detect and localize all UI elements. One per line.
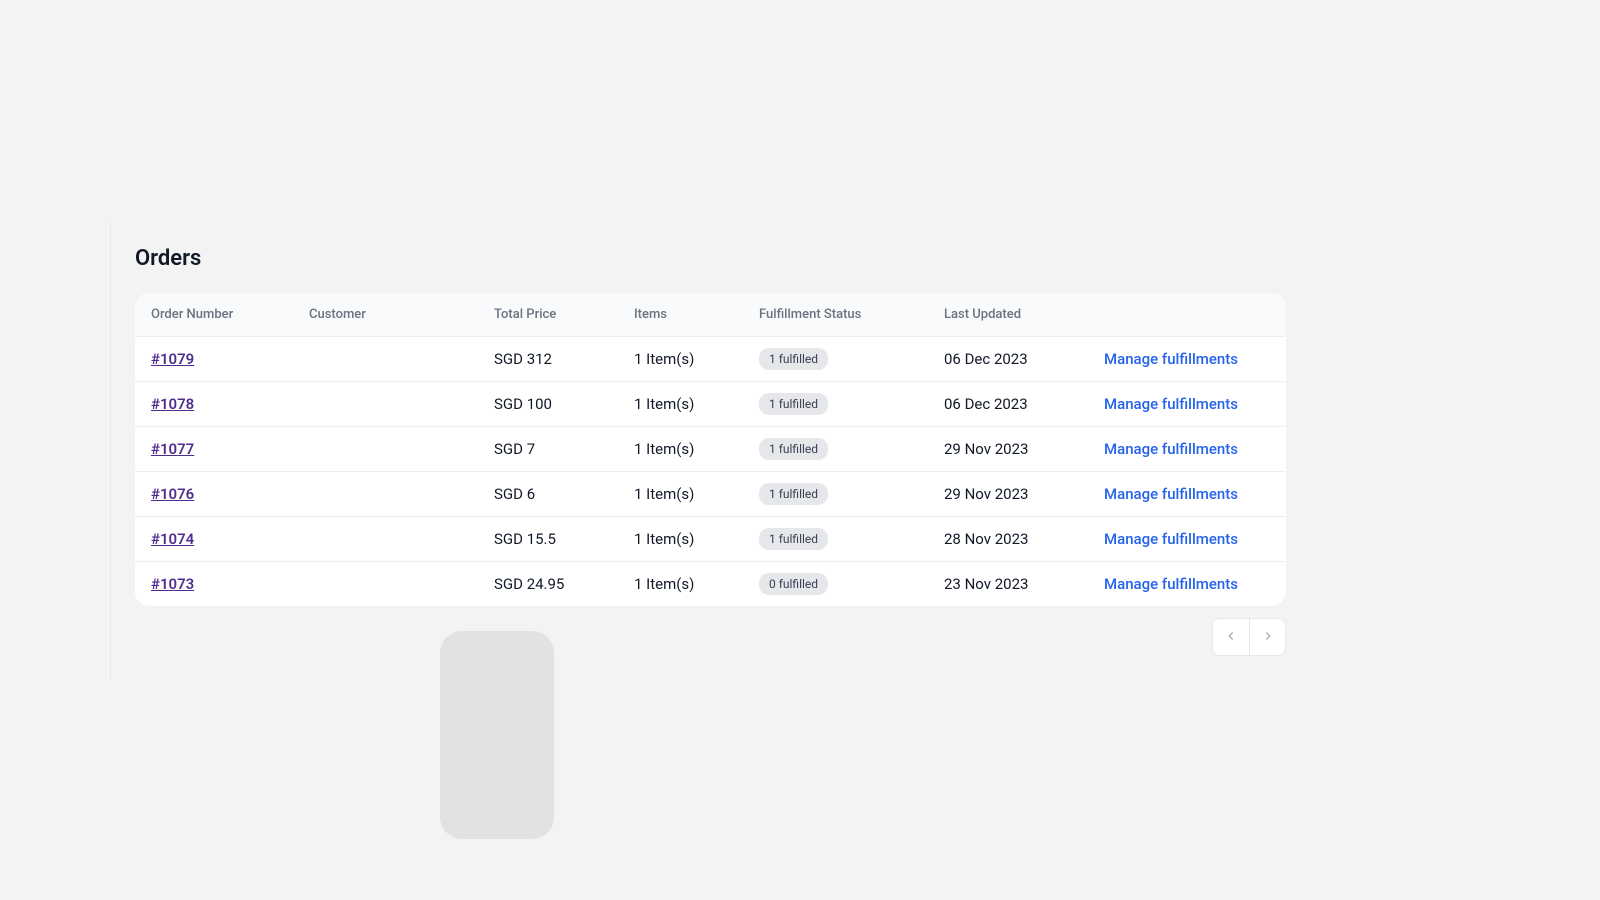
last-updated-cell: 06 Dec 2023 xyxy=(930,382,1090,427)
chevron-right-icon xyxy=(1261,628,1275,647)
column-header-customer[interactable]: Customer xyxy=(295,293,480,337)
last-updated-cell: 29 Nov 2023 xyxy=(930,427,1090,472)
fulfillment-status-badge: 1 fulfilled xyxy=(759,438,828,460)
total-price-cell: SGD 15.5 xyxy=(480,517,620,562)
fulfillment-status-badge: 0 fulfilled xyxy=(759,573,828,595)
customer-cell xyxy=(295,517,480,562)
column-header-order-number[interactable]: Order Number xyxy=(135,293,295,337)
table-row: #1077 SGD 7 1 Item(s) 1 fulfilled 29 Nov… xyxy=(135,427,1286,472)
column-header-total-price[interactable]: Total Price xyxy=(480,293,620,337)
orders-table-body: #1079 SGD 312 1 Item(s) 1 fulfilled 06 D… xyxy=(135,337,1286,607)
fulfillment-status-badge: 1 fulfilled xyxy=(759,393,828,415)
customer-cell xyxy=(295,427,480,472)
manage-fulfillments-link[interactable]: Manage fulfillments xyxy=(1104,350,1238,368)
fulfillment-status-badge: 1 fulfilled xyxy=(759,528,828,550)
customer-cell xyxy=(295,382,480,427)
pagination-next-button[interactable] xyxy=(1249,619,1285,655)
fulfillment-status-badge: 1 fulfilled xyxy=(759,483,828,505)
items-cell: 1 Item(s) xyxy=(620,472,745,517)
items-cell: 1 Item(s) xyxy=(620,427,745,472)
table-row: #1076 SGD 6 1 Item(s) 1 fulfilled 29 Nov… xyxy=(135,472,1286,517)
manage-fulfillments-link[interactable]: Manage fulfillments xyxy=(1104,575,1238,593)
column-header-items[interactable]: Items xyxy=(620,293,745,337)
items-cell: 1 Item(s) xyxy=(620,517,745,562)
manage-fulfillments-link[interactable]: Manage fulfillments xyxy=(1104,440,1238,458)
order-number-link[interactable]: #1077 xyxy=(151,440,194,458)
last-updated-cell: 06 Dec 2023 xyxy=(930,337,1090,382)
total-price-cell: SGD 312 xyxy=(480,337,620,382)
items-cell: 1 Item(s) xyxy=(620,382,745,427)
column-header-fulfillment-status[interactable]: Fulfillment Status xyxy=(745,293,930,337)
items-cell: 1 Item(s) xyxy=(620,562,745,607)
orders-table-container: Order Number Customer Total Price Items … xyxy=(135,293,1286,606)
table-row: #1073 SGD 24.95 1 Item(s) 0 fulfilled 23… xyxy=(135,562,1286,607)
total-price-cell: SGD 6 xyxy=(480,472,620,517)
chevron-left-icon xyxy=(1224,628,1238,647)
fulfillment-status-badge: 1 fulfilled xyxy=(759,348,828,370)
page-title: Orders xyxy=(135,246,1286,271)
table-row: #1074 SGD 15.5 1 Item(s) 1 fulfilled 28 … xyxy=(135,517,1286,562)
column-header-last-updated[interactable]: Last Updated xyxy=(930,293,1090,337)
column-header-action xyxy=(1090,293,1286,337)
order-number-link[interactable]: #1073 xyxy=(151,575,194,593)
total-price-cell: SGD 7 xyxy=(480,427,620,472)
pagination xyxy=(135,618,1286,656)
pagination-prev-button[interactable] xyxy=(1213,619,1249,655)
customer-cell xyxy=(295,337,480,382)
last-updated-cell: 23 Nov 2023 xyxy=(930,562,1090,607)
order-number-link[interactable]: #1076 xyxy=(151,485,194,503)
last-updated-cell: 29 Nov 2023 xyxy=(930,472,1090,517)
manage-fulfillments-link[interactable]: Manage fulfillments xyxy=(1104,530,1238,548)
manage-fulfillments-link[interactable]: Manage fulfillments xyxy=(1104,485,1238,503)
last-updated-cell: 28 Nov 2023 xyxy=(930,517,1090,562)
total-price-cell: SGD 24.95 xyxy=(480,562,620,607)
order-number-link[interactable]: #1078 xyxy=(151,395,194,413)
order-number-link[interactable]: #1079 xyxy=(151,350,194,368)
order-number-link[interactable]: #1074 xyxy=(151,530,194,548)
items-cell: 1 Item(s) xyxy=(620,337,745,382)
total-price-cell: SGD 100 xyxy=(480,382,620,427)
table-row: #1078 SGD 100 1 Item(s) 1 fulfilled 06 D… xyxy=(135,382,1286,427)
customer-redaction-overlay xyxy=(440,631,554,839)
orders-table: Order Number Customer Total Price Items … xyxy=(135,293,1286,606)
customer-cell xyxy=(295,562,480,607)
manage-fulfillments-link[interactable]: Manage fulfillments xyxy=(1104,395,1238,413)
customer-cell xyxy=(295,472,480,517)
table-row: #1079 SGD 312 1 Item(s) 1 fulfilled 06 D… xyxy=(135,337,1286,382)
